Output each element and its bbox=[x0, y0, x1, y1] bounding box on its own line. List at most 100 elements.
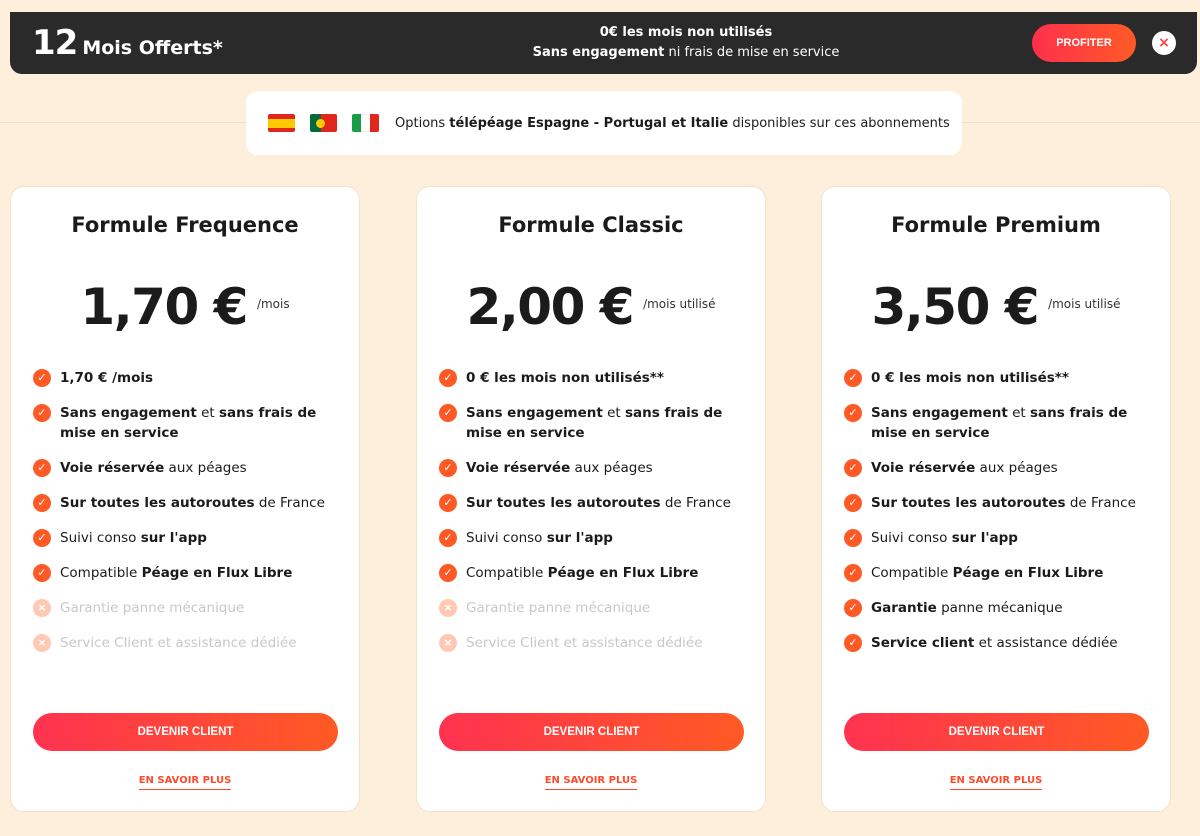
feature-item: ✓ 1,70 € /mois bbox=[33, 368, 343, 388]
plan-price-row: 3,50 € /mois utilisé bbox=[822, 279, 1170, 335]
feature-text-part: de France bbox=[1065, 495, 1136, 511]
devenir-client-button[interactable]: DEVENIR CLIENT bbox=[439, 713, 744, 751]
options-bold: télépéage Espagne - Portugal et Italie bbox=[449, 115, 729, 131]
promo-title: Mois Offerts* bbox=[82, 37, 223, 59]
promo-banner: 12 Mois Offerts* 0€ les mois non utilisé… bbox=[10, 12, 1197, 74]
feature-text: Suivi conso sur l'app bbox=[60, 528, 207, 548]
feature-text: Suivi conso sur l'app bbox=[871, 528, 1018, 548]
feature-list: ✓ 0 € les mois non utilisés** ✓ Sans engage… bbox=[439, 368, 749, 668]
cross-icon: × bbox=[439, 634, 457, 652]
feature-text-part: Sans engagement bbox=[466, 405, 603, 421]
feature-text-part: Suivi conso bbox=[871, 530, 952, 546]
feature-item: ✓ 0 € les mois non utilisés** bbox=[439, 368, 749, 388]
plan-price-row: 1,70 € /mois bbox=[11, 279, 359, 335]
feature-item: ✓ Suivi conso sur l'app bbox=[439, 528, 749, 548]
feature-text-part: Péage en Flux Libre bbox=[952, 565, 1104, 581]
feature-item: ✓ Suivi conso sur l'app bbox=[33, 528, 343, 548]
en-savoir-plus-label[interactable]: EN SAVOIR PLUS bbox=[138, 775, 232, 790]
feature-text: Sans engagement et sans frais de mise en… bbox=[466, 403, 749, 443]
check-icon: ✓ bbox=[33, 564, 51, 582]
feature-text: Compatible Péage en Flux Libre bbox=[871, 563, 1103, 583]
feature-text-part: Service Client et assistance dédiée bbox=[466, 635, 703, 651]
check-icon: ✓ bbox=[439, 459, 457, 477]
feature-item: ✓ Service client et assistance dédiée bbox=[844, 633, 1154, 653]
toll-options-bar: Options télépéage Espagne - Portugal et … bbox=[246, 91, 962, 155]
feature-text-part: Garantie bbox=[871, 600, 937, 616]
feature-text: Sans engagement et sans frais de mise en… bbox=[871, 403, 1154, 443]
check-icon: ✓ bbox=[439, 494, 457, 512]
check-icon: ✓ bbox=[844, 494, 862, 512]
feature-text: Service Client et assistance dédiée bbox=[60, 633, 297, 653]
profiter-button[interactable]: PROFITER bbox=[1032, 24, 1136, 62]
spain-flag-icon bbox=[268, 114, 295, 132]
en-savoir-plus-link[interactable]: EN SAVOIR PLUS bbox=[11, 775, 359, 790]
devenir-client-button[interactable]: DEVENIR CLIENT bbox=[844, 713, 1149, 751]
promo-line2-bold: Sans engagement bbox=[532, 45, 665, 60]
check-icon: ✓ bbox=[439, 404, 457, 422]
feature-text-part: Péage en Flux Libre bbox=[547, 565, 699, 581]
check-icon: ✓ bbox=[844, 529, 862, 547]
feature-text: 1,70 € /mois bbox=[60, 368, 153, 388]
devenir-client-button[interactable]: DEVENIR CLIENT bbox=[33, 713, 338, 751]
plan-title: Formule Premium bbox=[891, 213, 1101, 237]
feature-text: Garantie panne mécanique bbox=[871, 598, 1063, 618]
feature-text-part: et bbox=[602, 405, 626, 421]
feature-text-part: de France bbox=[254, 495, 325, 511]
feature-text: Voie réservée aux péages bbox=[466, 458, 653, 478]
feature-item: ✓ Sans engagement et sans frais de mise e… bbox=[33, 403, 343, 443]
plan-price: 3,50 € bbox=[871, 278, 1040, 336]
plan-title: Formule Classic bbox=[498, 213, 684, 237]
feature-text: Sur toutes les autoroutes de France bbox=[60, 493, 325, 513]
feature-text: Service client et assistance dédiée bbox=[871, 633, 1118, 653]
plan-price: 1,70 € bbox=[80, 278, 248, 336]
feature-text: Service Client et assistance dédiée bbox=[466, 633, 703, 653]
check-icon: ✓ bbox=[33, 369, 51, 387]
en-savoir-plus-link[interactable]: EN SAVOIR PLUS bbox=[822, 775, 1170, 790]
options-suffix: disponibles sur ces abonnements bbox=[728, 115, 950, 131]
en-savoir-plus-label[interactable]: EN SAVOIR PLUS bbox=[949, 775, 1043, 790]
close-icon[interactable]: × bbox=[1152, 31, 1176, 55]
feature-item: ✓ Sur toutes les autoroutes de France bbox=[439, 493, 749, 513]
feature-item: ✓ Garantie panne mécanique bbox=[844, 598, 1154, 618]
check-icon: ✓ bbox=[439, 564, 457, 582]
check-icon: ✓ bbox=[33, 494, 51, 512]
feature-text-part: Voie réservée bbox=[871, 460, 976, 476]
feature-item: × Garantie panne mécanique bbox=[439, 598, 749, 618]
en-savoir-plus-label[interactable]: EN SAVOIR PLUS bbox=[544, 775, 638, 790]
feature-item: ✓ Sur toutes les autoroutes de France bbox=[33, 493, 343, 513]
feature-text: Voie réservée aux péages bbox=[871, 458, 1058, 478]
en-savoir-plus-link[interactable]: EN SAVOIR PLUS bbox=[417, 775, 765, 790]
check-icon: ✓ bbox=[844, 634, 862, 652]
feature-item: × Service Client et assistance dédiée bbox=[439, 633, 749, 653]
feature-item: ✓ Sur toutes les autoroutes de France bbox=[844, 493, 1154, 513]
feature-text-part: Garantie panne mécanique bbox=[466, 600, 651, 616]
feature-text-part: sur l'app bbox=[951, 530, 1018, 546]
feature-text: Garantie panne mécanique bbox=[60, 598, 244, 618]
feature-text: 0 € les mois non utilisés** bbox=[466, 368, 664, 388]
feature-text: 0 € les mois non utilisés** bbox=[871, 368, 1069, 388]
plan-period: /mois bbox=[256, 297, 290, 311]
feature-text-part: aux péages bbox=[570, 460, 653, 476]
feature-text-part: sur l'app bbox=[140, 530, 207, 546]
feature-text-part: Compatible bbox=[871, 565, 953, 581]
feature-list: ✓ 0 € les mois non utilisés** ✓ Sans engage… bbox=[844, 368, 1154, 668]
feature-text-part: 0 € les mois non utilisés** bbox=[466, 370, 664, 386]
feature-text-part: Suivi conso bbox=[60, 530, 141, 546]
cross-icon: × bbox=[33, 599, 51, 617]
plan-card-frequence: Formule Frequence 1,70 € /mois ✓ 1,70 € /… bbox=[10, 186, 360, 812]
feature-text: Garantie panne mécanique bbox=[466, 598, 650, 618]
feature-item: ✓ 0 € les mois non utilisés** bbox=[844, 368, 1154, 388]
cross-icon: × bbox=[33, 634, 51, 652]
feature-item: ✓ Voie réservée aux péages bbox=[439, 458, 749, 478]
promo-line2: Sans engagement ni frais de mise en serv… bbox=[340, 43, 1032, 63]
feature-text-part: Sur toutes les autoroutes bbox=[871, 495, 1066, 511]
check-icon: ✓ bbox=[33, 404, 51, 422]
feature-item: ✓ Sans engagement et sans frais de mise e… bbox=[439, 403, 749, 443]
check-icon: ✓ bbox=[439, 529, 457, 547]
feature-text-part: Voie réservée bbox=[60, 460, 165, 476]
feature-item: ✓ Compatible Péage en Flux Libre bbox=[844, 563, 1154, 583]
options-prefix: Options bbox=[395, 115, 450, 131]
feature-text-part: et bbox=[1007, 405, 1031, 421]
feature-item: × Garantie panne mécanique bbox=[33, 598, 343, 618]
feature-text-part: Sur toutes les autoroutes bbox=[60, 495, 255, 511]
